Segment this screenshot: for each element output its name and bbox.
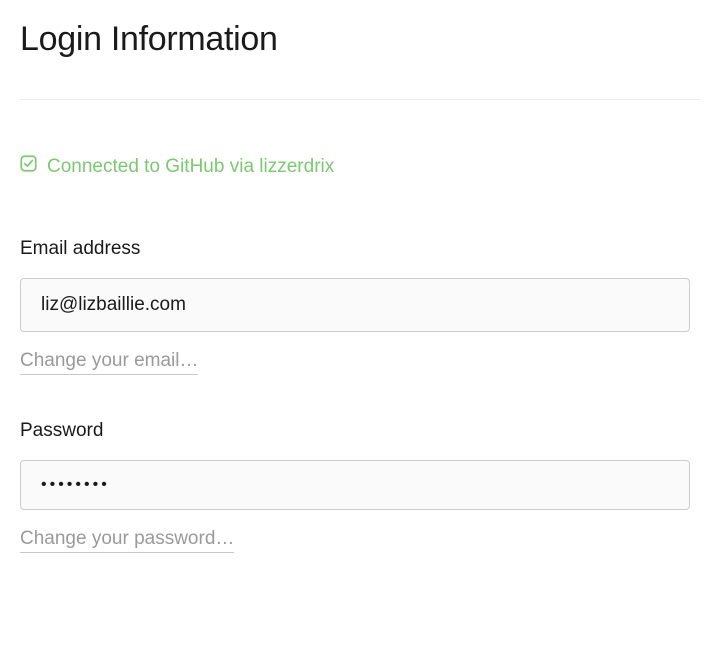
- github-connection-status: Connected to GitHub via lizzerdrix: [20, 155, 700, 178]
- email-label: Email address: [20, 238, 700, 260]
- divider: [20, 99, 700, 100]
- password-field-group: Password Change your password…: [20, 420, 700, 553]
- connection-status-text: Connected to GitHub via lizzerdrix: [47, 156, 334, 178]
- email-input[interactable]: [20, 278, 690, 332]
- change-email-link[interactable]: Change your email…: [20, 350, 198, 375]
- email-field-group: Email address Change your email…: [20, 238, 700, 375]
- check-badge-icon: [20, 155, 37, 178]
- page-title: Login Information: [20, 20, 700, 59]
- password-label: Password: [20, 420, 700, 442]
- password-input[interactable]: [20, 460, 690, 510]
- change-password-link[interactable]: Change your password…: [20, 528, 234, 553]
